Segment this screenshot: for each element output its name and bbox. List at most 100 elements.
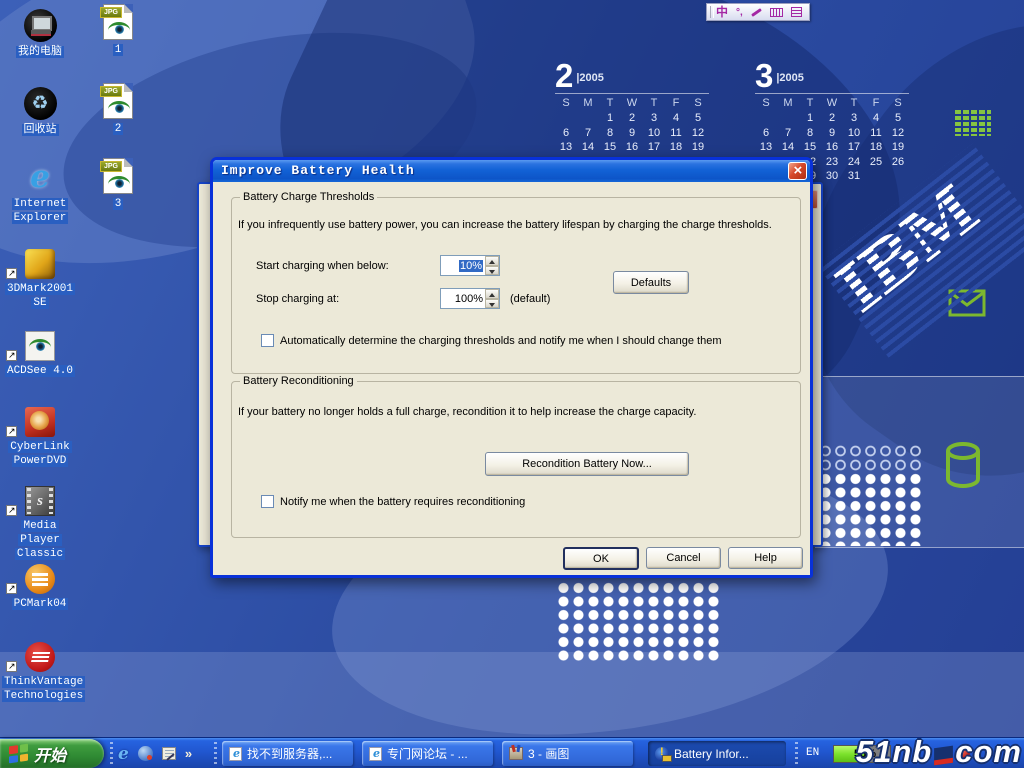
desktop-icon-media-player-classic[interactable]: sMedia Player Classic [2,478,78,561]
taskbar-task-3[interactable]: 3 - 画图 [502,741,633,766]
watermark: 51nbcom [856,734,1022,768]
calendar-day: 18 [665,140,687,155]
taskbar-task-2[interactable]: 专门网论坛 - ... [362,741,493,766]
calendar-day: 7 [577,126,599,141]
auto-thresholds-checkbox-label: Automatically determine the charging thr… [280,335,721,347]
acdsee-icon [2,323,78,361]
auto-thresholds-checkbox[interactable] [261,334,274,347]
3dmark2001-icon [2,241,78,279]
desktop-icon-label: CyberLink PowerDVD [2,440,78,468]
paint-icon [509,747,523,760]
desktop-icon--[interactable]: 我的电脑 [2,4,78,59]
calendar-day: 19 [687,140,709,155]
calendar-weekday: T [799,93,821,111]
calendar-day [777,111,799,126]
dialog-titlebar[interactable]: Improve Battery Health [213,160,810,182]
help-button[interactable]: Help [728,547,803,569]
spinner-down-button[interactable] [485,266,499,276]
spinner-up-button[interactable] [485,289,499,299]
calendar-month-header: 2|2005 [555,57,709,93]
task-label: 找不到服务器,... [247,745,332,762]
quick-launch-bar: e » [118,741,192,766]
language-indicator[interactable]: EN [806,747,819,759]
notify-reconditioning-checkbox[interactable] [261,495,274,508]
desktop-icon-pcmark04[interactable]: PCMark04 [2,556,78,611]
watermark-logo [934,746,953,766]
calendar-day: 16 [821,140,843,155]
calendar-day: 8 [599,126,621,141]
calendar-weekday: T [599,93,621,111]
start-charging-value[interactable]: 10% [440,255,485,276]
taskbar-task-1[interactable]: 找不到服务器,... [222,741,353,766]
reconditioning-description: If your battery no longer holds a full c… [238,406,696,418]
calendar-weekday: S [887,93,909,111]
calendar-day: 10 [843,126,865,141]
desktop-icon-internet-explorer[interactable]: eInternet Explorer [2,156,78,225]
calendar-weekday: T [843,93,865,111]
calendar-day: 13 [555,140,577,155]
calendar-day: 24 [843,155,865,170]
improve-battery-health-dialog: Improve Battery Health Battery Charge Th… [210,157,813,578]
jpg-file-icon: JPG [80,81,156,119]
calendar-day: 4 [865,111,887,126]
desktop-icon-3[interactable]: JPG 3 [80,156,156,211]
calendar-day [887,169,909,184]
jpg-file-icon: JPG [80,156,156,194]
desktop-icon-label: 3 [80,197,156,211]
desktop-icon-1[interactable]: JPG1 [80,2,156,57]
media-player-classic-icon: s [2,478,78,516]
calendar-weekday: M [777,93,799,111]
close-icon[interactable] [788,162,807,180]
notify-reconditioning-checkbox-label: Notify me when the battery requires reco… [280,496,525,508]
desktop-icon--[interactable]: ♻回收站 [2,82,78,137]
show-desktop-icon[interactable] [162,747,176,760]
shortcut-arrow-icon [6,426,17,437]
ime-punctuation-icon[interactable]: °, [736,7,743,18]
recycle-bin-icon: ♻ [2,82,78,120]
calendar-day: 13 [755,140,777,155]
calendar-day: 7 [777,126,799,141]
start-charging-spinner[interactable]: 10% [440,255,500,276]
browser-icon[interactable] [138,746,153,761]
ie-page-icon [369,747,382,761]
ime-language-bar[interactable]: 中 °, [706,3,810,21]
desktop-icon-3dmark2001-se[interactable]: 3DMark2001 SE [2,241,78,310]
calendar-weekday: S [555,93,577,111]
defaults-button[interactable]: Defaults [613,271,689,294]
calendar-day: 30 [821,169,843,184]
desktop-icon-cyberlink-powerdvd[interactable]: CyberLink PowerDVD [2,399,78,468]
desktop-icon-label: ACDSee 4.0 [2,364,78,378]
stop-charging-value[interactable]: 100% [440,288,485,309]
calendar-day: 9 [621,126,643,141]
calendar-day: 12 [887,126,909,141]
desktop-icon-acdsee-4-0[interactable]: ACDSee 4.0 [2,323,78,378]
chevron-more-icon[interactable]: » [185,746,192,761]
spinner-down-button[interactable] [485,299,499,309]
ime-chinese-icon[interactable]: 中 [716,4,728,20]
calendar-day: 5 [687,111,709,126]
wallpaper-shape [0,652,1024,738]
desktop-icon-label: 2 [80,122,156,136]
calendar-day [755,111,777,126]
watermark-text-1: 51nb [856,734,932,768]
calendar-weekday: S [755,93,777,111]
calendar-day: 3 [643,111,665,126]
recondition-battery-button[interactable]: Recondition Battery Now... [485,452,689,476]
spinner-up-button[interactable] [485,256,499,266]
internet-explorer-icon[interactable]: e [118,744,129,764]
stop-charging-spinner[interactable]: 100% [440,288,500,309]
desktop-icon-thinkvantage-technologies[interactable]: ThinkVantage Technologies [2,634,78,703]
calendar-day: 17 [843,140,865,155]
ok-button[interactable]: OK [563,547,639,570]
calendar-weekday: M [577,93,599,111]
start-button[interactable]: 开始 [0,739,104,768]
cancel-button[interactable]: Cancel [646,547,721,569]
default-note: (default) [510,293,550,305]
ime-pen-icon[interactable] [751,8,762,17]
calendar-day: 14 [577,140,599,155]
desktop-icon-2[interactable]: JPG 2 [80,81,156,136]
taskbar-task-4[interactable]: Battery Infor... [648,741,786,766]
ime-menu-icon[interactable] [791,7,802,17]
ime-keyboard-icon[interactable] [770,8,783,17]
calendar-day: 25 [865,155,887,170]
